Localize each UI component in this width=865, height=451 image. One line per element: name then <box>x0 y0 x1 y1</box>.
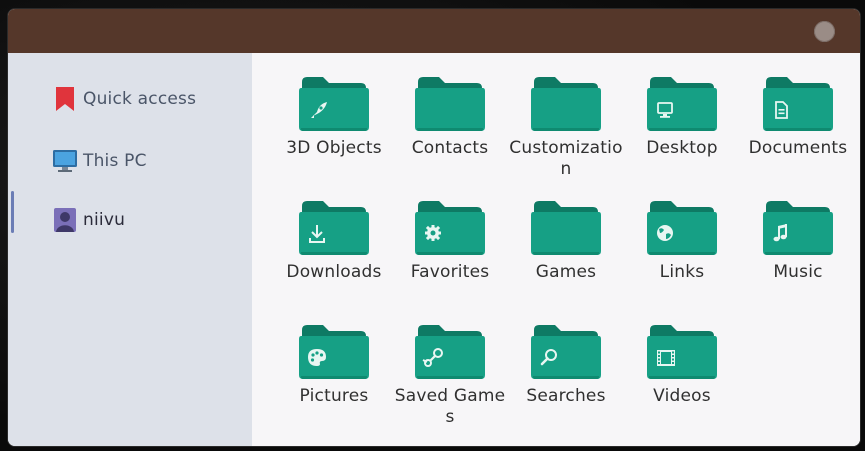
bookmark-icon <box>52 86 78 112</box>
folder-icon <box>299 325 369 379</box>
title-bar[interactable] <box>8 9 860 53</box>
folder-icon <box>531 201 601 255</box>
folder-links[interactable]: Links <box>624 178 740 296</box>
sidebar: Quick access This PC niivu <box>8 53 252 446</box>
sidebar-item-niivu[interactable]: niivu <box>8 200 252 240</box>
folder-icon <box>763 77 833 131</box>
globe-icon <box>657 225 673 241</box>
sidebar-item-label: This PC <box>83 151 147 171</box>
folder-3d-objects[interactable]: 3D Objects <box>276 54 392 172</box>
folder-icon <box>531 77 601 131</box>
gear-icon <box>425 225 441 241</box>
sidebar-item-this-pc[interactable]: This PC <box>8 141 252 181</box>
folder-icon <box>415 325 485 379</box>
sidebar-item-quick-access[interactable]: Quick access <box>8 79 252 119</box>
folder-pictures[interactable]: Pictures <box>276 302 392 420</box>
folder-contacts[interactable]: Contacts <box>392 54 508 172</box>
film-icon <box>657 350 675 366</box>
folder-saved-games[interactable]: Saved Games <box>392 302 508 427</box>
close-circle-icon[interactable] <box>814 21 835 42</box>
folder-icon <box>415 77 485 131</box>
folder-grid: 3D Objects Contacts Customization Deskto… <box>252 53 860 446</box>
folder-downloads[interactable]: Downloads <box>276 178 392 296</box>
folder-icon <box>415 201 485 255</box>
folder-desktop[interactable]: Desktop <box>624 54 740 172</box>
sidebar-item-label: Quick access <box>83 89 197 109</box>
folder-favorites[interactable]: Favorites <box>392 178 508 296</box>
folder-icon <box>299 201 369 255</box>
monitor-icon <box>52 148 78 174</box>
folder-icon <box>647 325 717 379</box>
folder-music[interactable]: Music <box>740 178 856 296</box>
folder-games[interactable]: Games <box>508 178 624 296</box>
folder-icon <box>647 201 717 255</box>
sidebar-item-label: niivu <box>83 210 126 230</box>
folder-documents[interactable]: Documents <box>740 54 856 172</box>
folder-searches[interactable]: Searches <box>508 302 624 420</box>
file-explorer-window: Quick access This PC niivu 3D Objects Co… <box>8 9 860 446</box>
folder-videos[interactable]: Videos <box>624 302 740 420</box>
folder-icon <box>763 201 833 255</box>
folder-icon <box>299 77 369 131</box>
folder-icon <box>531 325 601 379</box>
folder-icon <box>647 77 717 131</box>
folder-customization[interactable]: Customization <box>508 54 624 179</box>
user-icon <box>52 207 78 233</box>
